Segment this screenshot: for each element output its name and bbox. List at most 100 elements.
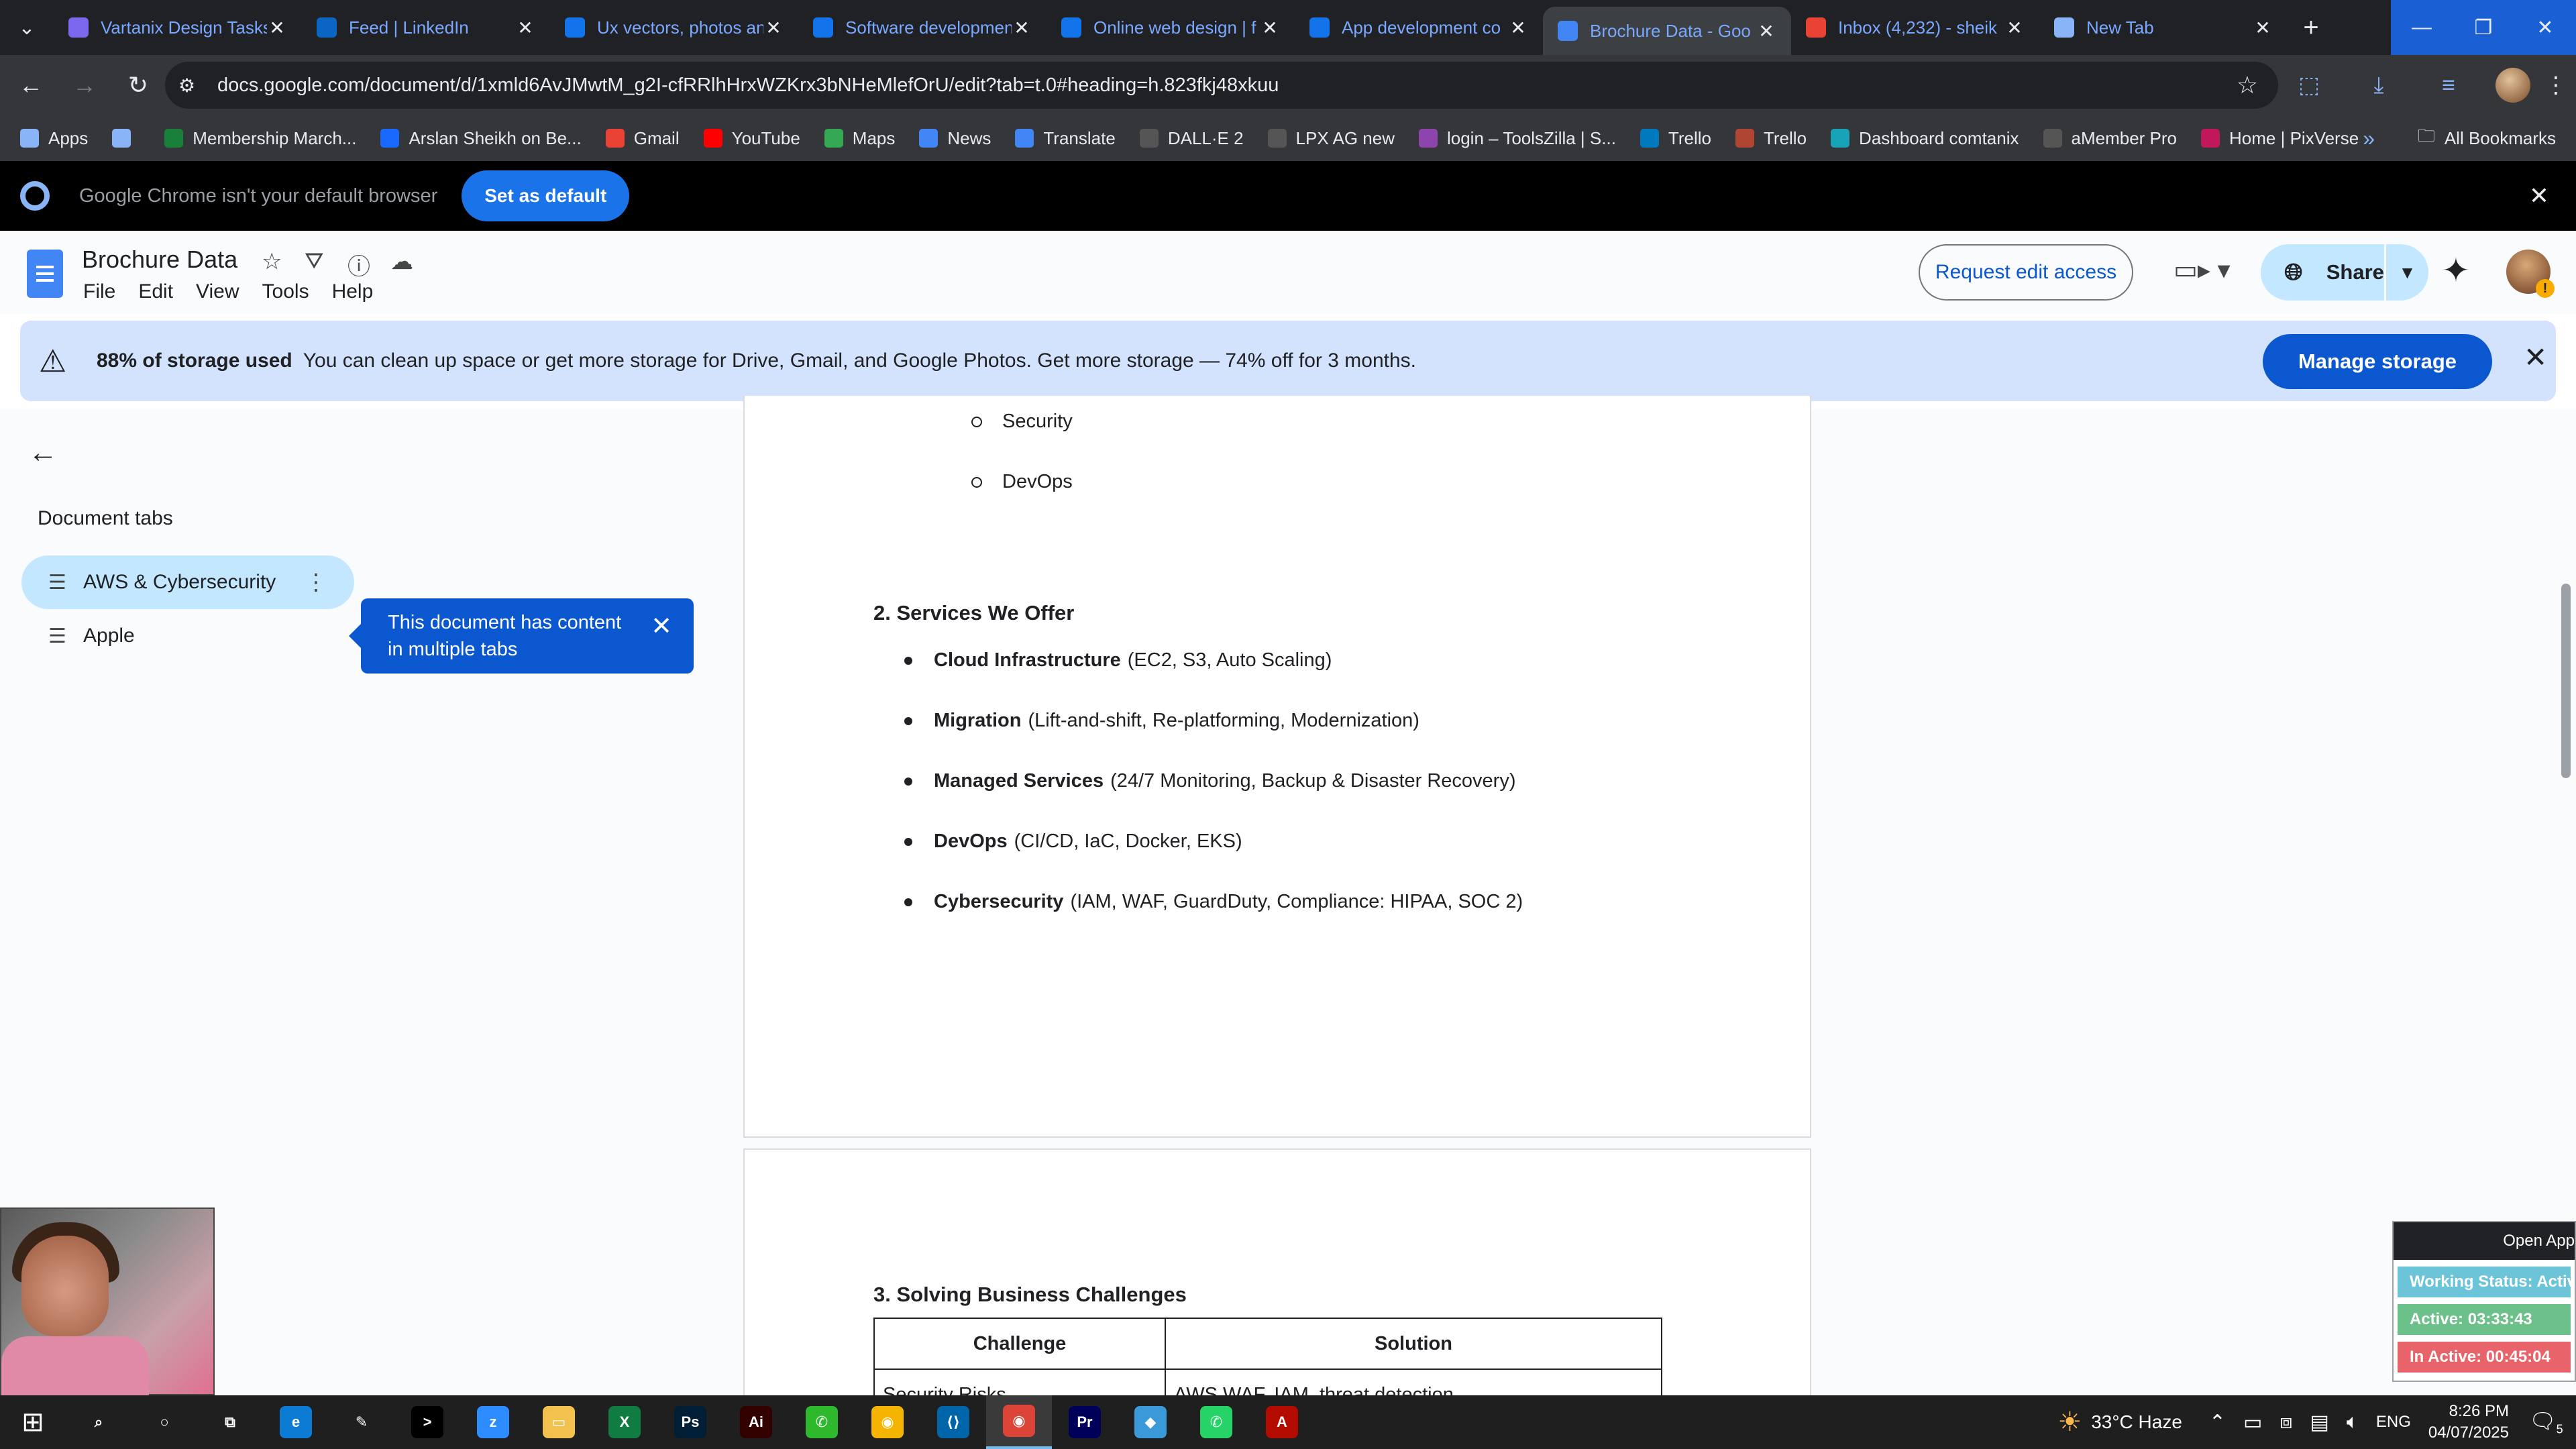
browser-tab[interactable]: Feed | LinkedIn ✕ [302,0,550,55]
taskbar-app[interactable]: Ai [723,1395,789,1449]
star-icon[interactable]: ☆ [262,248,305,281]
menu-edit[interactable]: Edit [138,280,173,303]
screenshot-icon[interactable]: ⧈ [2279,1411,2292,1434]
bookmark-item[interactable]: Gmail [605,128,680,149]
menu-view[interactable]: View [196,280,239,303]
taskbar-app[interactable]: ○ [131,1395,197,1449]
meet-now-icon[interactable]: ▭ [2243,1411,2262,1434]
close-tab-icon[interactable]: ✕ [2004,17,2025,39]
bookmark-item[interactable]: Apps [20,128,88,149]
taskbar-app[interactable]: z [460,1395,526,1449]
taskbar-app[interactable]: ◉ [986,1395,1052,1449]
gemini-sparkle-icon[interactable]: ✦ [2442,251,2470,290]
meet-video-icon[interactable]: ▭▸ ▾ [2174,255,2231,285]
browser-tab[interactable]: Inbox (4,232) - sheik ✕ [1791,0,2039,55]
bookmark-item[interactable]: Translate [1015,128,1116,149]
windows-start-icon[interactable]: ⊞ [0,1407,66,1438]
close-tab-icon[interactable]: ✕ [763,17,784,39]
address-url[interactable]: docs.google.com/document/d/1xmld6AvJMwtM… [217,74,1279,97]
media-control-icon[interactable]: ≡ [2414,72,2483,99]
close-tab-icon[interactable]: ✕ [1012,17,1032,39]
more-options-icon[interactable]: ⋮ [305,569,327,596]
back-icon[interactable]: ← [4,55,58,115]
taskbar-app[interactable]: X [592,1395,657,1449]
bookmark-item[interactable]: Trello [1735,128,1807,149]
document-page[interactable]: Security DevOps 2. Services We Offer Clo… [743,396,1811,1138]
browser-tab[interactable]: Ux vectors, photos an ✕ [550,0,798,55]
browser-tab[interactable]: Online web design | f ✕ [1046,0,1295,55]
bookmark-item[interactable]: Membership March... [164,128,356,149]
share-button[interactable]: 🌐︎ Share ▼ [2261,244,2428,301]
back-arrow-icon[interactable]: ← [28,436,58,470]
close-tab-icon[interactable]: ✕ [1756,20,1776,42]
move-to-drive-icon[interactable]: ⛛ [305,248,347,281]
minimize-icon[interactable]: — [2391,0,2453,55]
close-window-icon[interactable]: ✕ [2514,0,2576,55]
menu-help[interactable]: Help [332,280,374,303]
taskbar-app[interactable]: A [1249,1395,1315,1449]
forward-icon[interactable]: → [58,55,111,115]
tab-search-icon[interactable]: ⌄ [0,0,54,55]
bookmark-item[interactable]: login – ToolsZilla | S... [1418,128,1616,149]
taskbar-app[interactable]: ◉ [855,1395,920,1449]
language-indicator[interactable]: ENG [2376,1413,2411,1432]
close-tab-icon[interactable]: ✕ [515,17,535,39]
browser-tab[interactable]: Vartanix Design Tasks ✕ [54,0,302,55]
cloud-status-icon[interactable]: ☁ [390,248,433,281]
close-tab-icon[interactable]: ✕ [1508,17,1528,39]
taskbar-app[interactable]: ✎ [329,1395,394,1449]
bookmark-item[interactable]: aMember Pro [2043,128,2177,149]
volume-icon[interactable]: 🔈︎ [2347,1411,2359,1434]
details-info-icon[interactable]: ⓘ [347,248,390,281]
bookmark-item[interactable]: DALL·E 2 [1139,128,1244,149]
taskbar-app[interactable]: > [394,1395,460,1449]
network-icon[interactable]: ▤ [2310,1411,2329,1434]
bookmark-item[interactable]: Trello [1640,128,1711,149]
docs-logo-icon[interactable] [27,250,63,298]
taskbar-app[interactable]: ✆ [1183,1395,1249,1449]
profile-avatar[interactable] [2496,68,2530,103]
menu-tools[interactable]: Tools [262,280,309,303]
vertical-scrollbar[interactable] [2561,584,2571,778]
request-edit-access-button[interactable]: Request edit access [1919,244,2133,301]
bookmark-star-icon[interactable]: ☆ [2237,71,2258,99]
bookmark-item[interactable]: News [919,128,991,149]
doc-tab-apple[interactable]: ☰ Apple [21,609,354,663]
notifications-icon[interactable]: 🗨︎5 [2529,1408,2576,1436]
address-bar[interactable]: ⚙ docs.google.com/document/d/1xmld6AvJMw… [165,62,2278,109]
site-info-icon[interactable]: ⚙ [178,74,205,97]
browser-tab[interactable]: App development co ✕ [1295,0,1543,55]
more-bookmarks-icon[interactable]: » [2363,126,2375,151]
show-hidden-icons[interactable]: ⌃ [2209,1411,2226,1434]
taskbar-app[interactable]: Pr [1052,1395,1118,1449]
bookmark-item[interactable]: Maps [824,128,895,149]
bookmark-item[interactable]: Dashboard comtanix [1831,128,2019,149]
restore-icon[interactable]: ❐ [2453,0,2514,55]
taskbar-app[interactable]: ▭ [526,1395,592,1449]
close-infobar-icon[interactable]: ✕ [2529,182,2549,210]
share-dropdown-icon[interactable]: ▼ [2383,244,2428,301]
all-bookmarks-button[interactable]: 🗀 All Bookmarks [2418,123,2556,153]
taskbar-app[interactable]: ✆ [789,1395,855,1449]
bookmark-item[interactable] [112,129,140,148]
extensions-icon[interactable]: ⬚ [2274,72,2344,99]
open-app-button[interactable]: Open App [2394,1222,2575,1260]
browser-tab[interactable]: New Tab ✕ [2039,0,2288,55]
document-page[interactable]: 3. Solving Business Challenges Challenge… [743,1148,1811,1430]
browser-tab[interactable]: Brochure Data - Goo ✕ [1543,7,1791,55]
doc-tab-aws-cybersecurity[interactable]: ☰ AWS & Cybersecurity ⋮ [21,555,354,609]
bookmark-item[interactable]: Home | PixVerse [2201,128,2359,149]
taskbar-app[interactable]: ◆ [1118,1395,1183,1449]
bookmark-item[interactable]: LPX AG new [1267,128,1395,149]
close-tab-icon[interactable]: ✕ [267,17,287,39]
new-tab-button[interactable]: + [2288,0,2334,55]
taskbar-app[interactable]: e [263,1395,329,1449]
taskbar-app[interactable]: ⧉ [197,1395,263,1449]
doc-title[interactable]: Brochure Data [82,246,237,274]
close-tab-icon[interactable]: ✕ [2253,17,2273,39]
taskbar-app[interactable]: Ps [657,1395,723,1449]
bookmark-item[interactable]: YouTube [703,128,800,149]
manage-storage-button[interactable]: Manage storage [2263,334,2492,389]
menu-file[interactable]: File [83,280,115,303]
browser-tab[interactable]: Software developmen ✕ [798,0,1046,55]
